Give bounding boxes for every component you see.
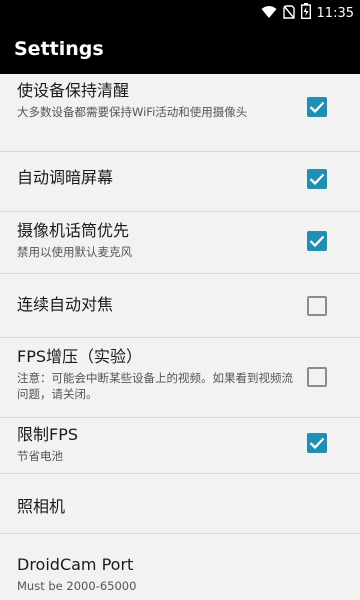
app-bar-edge (0, 24, 4, 74)
setting-text: 摄像机话筒优先 禁用以使用默认麦克风 (17, 220, 294, 260)
battery-icon (300, 3, 311, 23)
setting-summary: 大多数设备都需要保持WiFi活动和使用摄像头 (17, 105, 248, 119)
setting-text: DroidCam Port Must be 2000-65000 (17, 554, 294, 594)
setting-title: 限制FPS (17, 425, 79, 444)
checkmark-icon (309, 235, 325, 248)
setting-text: 连续自动对焦 (17, 294, 294, 316)
continuous-focus-checkbox[interactable] (307, 296, 327, 316)
checkmark-icon (309, 173, 325, 186)
setting-title: DroidCam Port (17, 555, 134, 574)
settings-list: 使设备保持清醒 大多数设备都需要保持WiFi活动和使用摄像头 自动调暗屏幕 摄像… (0, 74, 360, 600)
status-bar: 11:35 (0, 0, 360, 24)
setting-text: 照相机 (17, 496, 294, 518)
setting-summary: 禁用以使用默认麦克风 (17, 245, 132, 259)
setting-camera[interactable]: 照相机 (0, 474, 360, 534)
fps-boost-checkbox[interactable] (307, 367, 327, 387)
limit-fps-checkbox[interactable] (307, 433, 327, 453)
setting-keep-awake[interactable]: 使设备保持清醒 大多数设备都需要保持WiFi活动和使用摄像头 (0, 74, 360, 152)
checkmark-icon (309, 101, 325, 114)
setting-summary: 节省电池 (17, 449, 63, 463)
setting-text: 限制FPS 节省电池 (17, 424, 294, 464)
setting-title: 自动调暗屏幕 (17, 168, 114, 187)
setting-text: FPS增压（实验） 注意：可能会中断某些设备上的视频。如果看到视频流问题，请关闭… (17, 346, 294, 402)
checkmark-icon (309, 437, 325, 450)
setting-title: 摄像机话筒优先 (17, 221, 130, 240)
setting-title: 使设备保持清醒 (17, 81, 130, 100)
auto-dim-checkbox[interactable] (307, 169, 327, 189)
keep-awake-checkbox[interactable] (307, 97, 327, 117)
setting-auto-dim[interactable]: 自动调暗屏幕 (0, 152, 360, 212)
camera-mic-checkbox[interactable] (307, 231, 327, 251)
setting-text: 自动调暗屏幕 (17, 167, 294, 189)
setting-title: FPS增压（实验） (17, 347, 143, 366)
setting-text: 使设备保持清醒 大多数设备都需要保持WiFi活动和使用摄像头 (17, 80, 294, 120)
setting-title: 照相机 (17, 497, 66, 516)
setting-continuous-focus[interactable]: 连续自动对焦 (0, 274, 360, 338)
setting-limit-fps[interactable]: 限制FPS 节省电池 (0, 418, 360, 474)
setting-droidcam-port[interactable]: DroidCam Port Must be 2000-65000 (0, 534, 360, 600)
setting-title: 连续自动对焦 (17, 295, 114, 314)
setting-summary: 注意：可能会中断某些设备上的视频。如果看到视频流问题，请关闭。 (17, 371, 293, 401)
no-sim-icon (282, 4, 295, 23)
wifi-icon (261, 4, 277, 23)
status-time: 11:35 (316, 5, 354, 21)
setting-fps-boost[interactable]: FPS增压（实验） 注意：可能会中断某些设备上的视频。如果看到视频流问题，请关闭… (0, 338, 360, 418)
setting-summary: Must be 2000-65000 (17, 579, 137, 593)
setting-camera-mic[interactable]: 摄像机话筒优先 禁用以使用默认麦克风 (0, 212, 360, 274)
app-bar: Settings (0, 24, 360, 74)
status-icons: 11:35 (261, 3, 354, 23)
page-title: Settings (14, 38, 104, 60)
